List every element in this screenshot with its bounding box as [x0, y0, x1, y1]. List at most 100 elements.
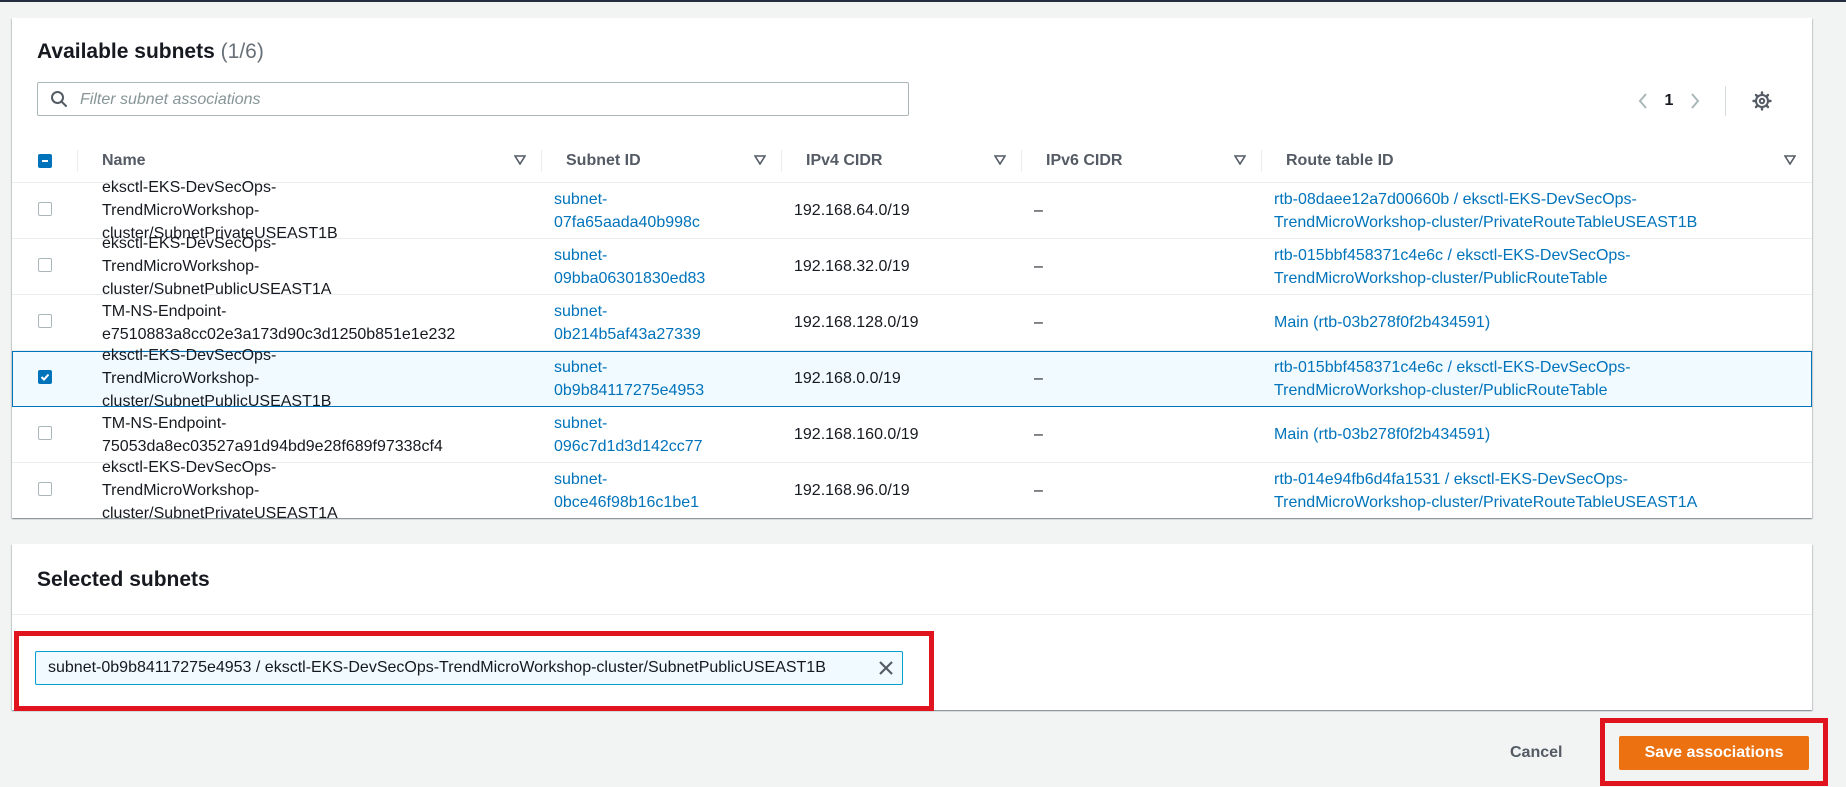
route-table-link[interactable]: rtb-015bbf458371c4e6c / eksctl-EKS-DevSe… [1274, 351, 1794, 406]
route-table-line: rtb-015bbf458371c4e6c / eksctl-EKS-DevSe… [1274, 358, 1631, 376]
gear-icon [1752, 91, 1772, 111]
name-line: eksctl-EKS-DevSecOps-TrendMicroWorkshop- [102, 235, 277, 275]
top-bar-edge [0, 0, 1846, 2]
table-row[interactable]: eksctl-EKS-DevSecOps-TrendMicroWorkshop-… [12, 179, 1812, 242]
ipv4-cidr-cell: 192.168.128.0/19 [794, 314, 919, 331]
table-row[interactable]: TM-NS-Endpoint-e7510883a8cc02e3a173d90c3… [12, 295, 1812, 351]
ipv4-cidr-cell: 192.168.32.0/19 [794, 258, 910, 275]
row-checkbox[interactable] [38, 202, 52, 216]
sort-icon [1234, 155, 1246, 165]
subnet-id-link[interactable]: subnet- 0b9b84117275e4953 [554, 351, 734, 406]
chevron-left-icon [1638, 93, 1647, 109]
column-label-route-table-id: Route table ID [1286, 152, 1394, 169]
column-header-ipv4-cidr[interactable]: IPv4 CIDR [782, 140, 1022, 182]
name-line: eksctl-EKS-DevSecOps-TrendMicroWorkshop- [102, 459, 277, 499]
available-subnets-panel: Available subnets (1/6) 1 [12, 18, 1812, 522]
name-cell: eksctl-EKS-DevSecOps-TrendMicroWorkshop-… [102, 179, 432, 242]
column-label-ipv4-cidr: IPv4 CIDR [806, 152, 883, 169]
table-row[interactable]: eksctl-EKS-DevSecOps-TrendMicroWorkshop-… [12, 235, 1812, 298]
route-table-line: rtb-015bbf458371c4e6c / eksctl-EKS-DevSe… [1274, 246, 1631, 264]
ipv6-cidr-cell: – [1034, 482, 1043, 499]
subnet-id-line: subnet- [554, 246, 608, 264]
column-header-route-table-id[interactable]: Route table ID [1262, 140, 1812, 182]
column-label-subnet-id: Subnet ID [566, 152, 641, 169]
column-label-name: Name [102, 152, 146, 169]
subnet-id-line: 096c7d1d3d142cc77 [554, 437, 703, 455]
ipv4-cidr-cell: 192.168.0.0/19 [794, 370, 901, 387]
highlight-box-selected-subnet [14, 631, 934, 711]
ipv6-cidr-cell: – [1034, 202, 1043, 219]
name-line: TM-NS-Endpoint- [102, 414, 227, 432]
select-all-checkbox[interactable] [38, 154, 52, 168]
row-checkbox-checked[interactable] [38, 370, 52, 384]
name-line: eksctl-EKS-DevSecOps-TrendMicroWorkshop- [102, 179, 277, 219]
selection-count: (1/6) [220, 40, 264, 63]
name-line: TM-NS-Endpoint- [102, 302, 227, 320]
name-line: cluster/SubnetPublicUSEAST1B [102, 393, 332, 410]
search-icon [50, 90, 68, 113]
sort-icon [1784, 155, 1796, 165]
name-line: 75053da8ec03527a91d94bd9e28f689f97338cf4 [102, 437, 443, 455]
table-row[interactable]: TM-NS-Endpoint- 75053da8ec03527a91d94bd9e… [12, 407, 1812, 463]
ipv6-cidr-cell: – [1034, 314, 1043, 331]
available-subnets-heading: Available subnets (1/6) [37, 40, 264, 64]
sort-icon [994, 155, 1006, 165]
row-checkbox[interactable] [38, 482, 52, 496]
subnet-id-link[interactable]: subnet- 096c7d1d3d142cc77 [554, 407, 734, 462]
preferences-button[interactable] [1748, 87, 1776, 115]
panel-divider [12, 614, 1812, 615]
current-page-number[interactable]: 1 [1657, 92, 1681, 110]
sort-icon [754, 155, 766, 165]
pagination-divider [1725, 86, 1726, 116]
ipv4-cidr-cell: 192.168.160.0/19 [794, 426, 919, 443]
subnet-id-link[interactable]: subnet- 0b214b5af43a27339 [554, 295, 734, 350]
column-header-subnet-id[interactable]: Subnet ID [542, 140, 782, 182]
ipv6-cidr-cell: – [1034, 258, 1043, 275]
route-table-link[interactable]: rtb-014e94fb6d4fa1531 / eksctl-EKS-DevSe… [1274, 463, 1794, 518]
cancel-button[interactable]: Cancel [1510, 739, 1562, 767]
route-table-line: TrendMicroWorkshop-cluster/PublicRouteTa… [1274, 269, 1608, 287]
subnet-id-line: subnet- [554, 302, 608, 320]
selected-subnets-title: Selected subnets [37, 568, 210, 591]
subnets-table: Name Subnet ID IPv4 CIDR IPv6 CIDR Route [12, 140, 1812, 522]
column-label-ipv6-cidr: IPv6 CIDR [1046, 152, 1123, 169]
subnet-id-link[interactable]: subnet- 07fa65aada40b998c [554, 183, 734, 238]
previous-page-button[interactable] [1629, 87, 1657, 115]
route-table-line: TrendMicroWorkshop-cluster/PrivateRouteT… [1274, 493, 1698, 511]
subnet-id-line: 07fa65aada40b998c [554, 213, 700, 231]
route-table-line: TrendMicroWorkshop-cluster/PrivateRouteT… [1274, 213, 1698, 231]
save-associations-button[interactable]: Save associations [1619, 736, 1809, 770]
subnet-id-line: subnet- [554, 470, 608, 488]
column-header-ipv6-cidr[interactable]: IPv6 CIDR [1022, 140, 1262, 182]
subnet-id-link[interactable]: subnet- 0bce46f98b16c1be1 [554, 463, 734, 518]
checkmark-icon [40, 373, 50, 381]
ipv4-cidr-cell: 192.168.96.0/19 [794, 482, 910, 499]
name-line: eksctl-EKS-DevSecOps-TrendMicroWorkshop- [102, 347, 277, 387]
ipv6-cidr-cell: – [1034, 370, 1043, 387]
table-row-selected[interactable]: eksctl-EKS-DevSecOps-TrendMicroWorkshop-… [12, 347, 1812, 410]
filter-input[interactable] [78, 85, 902, 115]
pagination: 1 [1629, 86, 1776, 116]
route-table-link[interactable]: Main (rtb-03b278f0f2b434591) [1274, 295, 1794, 350]
next-page-button[interactable] [1681, 87, 1709, 115]
row-checkbox[interactable] [38, 258, 52, 272]
row-checkbox[interactable] [38, 314, 52, 328]
ipv6-cidr-cell: – [1034, 426, 1043, 443]
name-cell: eksctl-EKS-DevSecOps-TrendMicroWorkshop-… [102, 235, 432, 298]
sort-icon [514, 155, 526, 165]
subnet-id-line: subnet- [554, 358, 608, 376]
filter-box[interactable] [37, 82, 909, 116]
minus-icon [42, 160, 48, 162]
subnet-id-line: 0b214b5af43a27339 [554, 325, 701, 343]
name-cell: TM-NS-Endpoint-e7510883a8cc02e3a173d90c3… [102, 295, 455, 350]
row-checkbox[interactable] [38, 426, 52, 440]
name-cell: eksctl-EKS-DevSecOps-TrendMicroWorkshop-… [102, 347, 432, 410]
route-table-link[interactable]: rtb-015bbf458371c4e6c / eksctl-EKS-DevSe… [1274, 239, 1794, 294]
subnet-id-link[interactable]: subnet- 09bba06301830ed83 [554, 239, 734, 294]
name-cell: TM-NS-Endpoint- 75053da8ec03527a91d94bd9e… [102, 407, 443, 462]
subnet-id-line: 0bce46f98b16c1be1 [554, 493, 700, 511]
name-line: e7510883a8cc02e3a173d90c3d1250b851e1e232 [102, 325, 456, 343]
route-table-link[interactable]: rtb-08daee12a7d00660b / eksctl-EKS-DevSe… [1274, 183, 1794, 238]
route-table-link[interactable]: Main (rtb-03b278f0f2b434591) [1274, 407, 1794, 462]
table-row[interactable]: eksctl-EKS-DevSecOps-TrendMicroWorkshop-… [12, 459, 1812, 522]
